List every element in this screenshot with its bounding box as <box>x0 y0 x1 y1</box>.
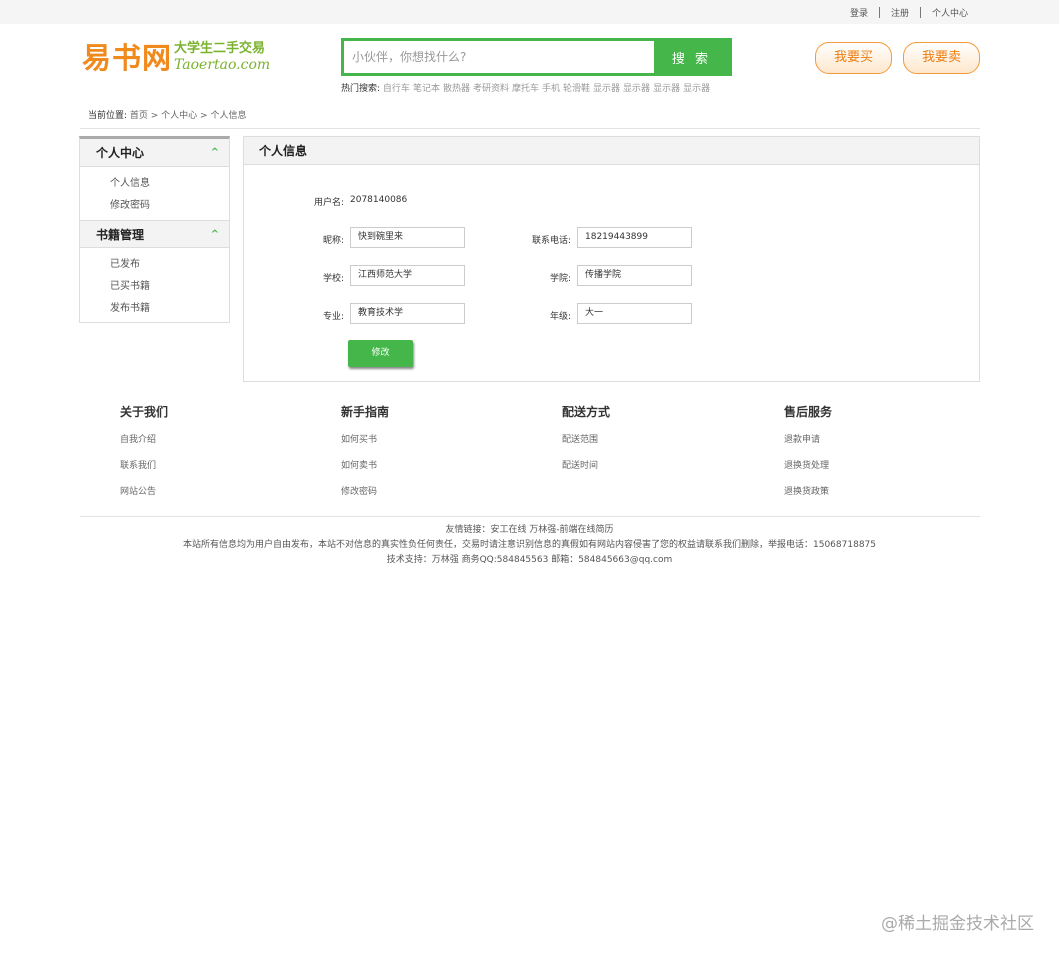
sidebar-list: 个人信息 修改密码 <box>80 167 229 220</box>
breadcrumb-label: 当前位置: <box>88 111 128 121</box>
top-links: 登录 注册 个人中心 <box>850 6 968 19</box>
username-label: 用户名: <box>313 198 344 208</box>
footer-column-service: 售后服务 退款申请 退换货处理 退换货政策 <box>784 403 832 510</box>
save-button[interactable]: 修改 <box>348 340 413 367</box>
hot-keyword[interactable]: 显示器 <box>653 84 680 94</box>
search-button[interactable]: 搜 索 <box>654 41 729 73</box>
divider <box>80 516 980 517</box>
logo-slogan: 大学生二手交易 <box>174 41 266 56</box>
sell-button[interactable]: 我要卖 <box>903 42 980 74</box>
school-field[interactable]: 江西师范大学 <box>350 265 465 286</box>
sidebar-item-publish-book[interactable]: 发布书籍 <box>110 298 229 320</box>
panel-title: 个人信息 <box>244 137 979 165</box>
username-value: 2078140086 <box>350 195 408 205</box>
hot-keyword[interactable]: 自行车 <box>383 84 410 94</box>
phone-label: 联系电话: <box>531 236 571 246</box>
major-label: 专业: <box>322 312 344 322</box>
footer-link[interactable]: 配送范围 <box>562 432 610 458</box>
hot-search-label: 热门搜索: <box>341 84 381 94</box>
sidebar-item-password[interactable]: 修改密码 <box>110 195 229 217</box>
sidebar-item-published[interactable]: 已发布 <box>110 254 229 276</box>
login-link[interactable]: 登录 <box>850 6 868 19</box>
hot-keyword[interactable]: 摩托车 <box>512 84 539 94</box>
footer-column-about: 关于我们 自我介绍 联系我们 网站公告 <box>120 403 168 510</box>
footer-column-guide: 新手指南 如何买书 如何卖书 修改密码 <box>341 403 389 510</box>
hot-keyword[interactable]: 手机 <box>542 84 560 94</box>
site-logo[interactable]: 易书网 大学生二手交易 Taoertao.com <box>82 39 270 77</box>
header: 易书网 大学生二手交易 Taoertao.com 搜 索 热门搜索: 自行车笔记… <box>0 24 1059 96</box>
sidebar-section-personal[interactable]: 个人中心 ^ <box>80 139 229 167</box>
footer-link[interactable]: 联系我们 <box>120 458 168 484</box>
footer-column-title: 关于我们 <box>120 405 169 419</box>
sidebar-section-title: 书籍管理 <box>96 228 145 242</box>
hot-keyword[interactable]: 显示器 <box>683 84 710 94</box>
breadcrumb-path[interactable]: 首页 > 个人中心 > 个人信息 <box>130 111 247 121</box>
footer-column-title: 新手指南 <box>341 405 390 419</box>
hot-keyword[interactable]: 笔记本 <box>413 84 440 94</box>
footer-link[interactable]: 如何买书 <box>341 432 389 458</box>
footer-link[interactable]: 退款申请 <box>784 432 832 458</box>
footer-link[interactable]: 退换货处理 <box>784 458 832 484</box>
buy-button[interactable]: 我要买 <box>815 42 892 74</box>
hot-keyword[interactable]: 显示器 <box>593 84 620 94</box>
college-field[interactable]: 传播学院 <box>577 265 692 286</box>
divider <box>919 7 921 18</box>
account-link[interactable]: 个人中心 <box>932 6 968 19</box>
college-label: 学院: <box>549 274 571 284</box>
footer-column-title: 售后服务 <box>784 405 833 419</box>
nickname-label: 昵称: <box>322 236 344 246</box>
hot-keyword[interactable]: 散热器 <box>443 84 470 94</box>
chevron-up-icon[interactable]: ^ <box>211 139 219 167</box>
top-bar: 登录 注册 个人中心 <box>0 0 1059 24</box>
footer-column-delivery: 配送方式 配送范围 配送时间 <box>562 403 610 484</box>
footer-link[interactable]: 自我介绍 <box>120 432 168 458</box>
footer-link[interactable]: 如何卖书 <box>341 458 389 484</box>
footer-column-title: 配送方式 <box>562 405 611 419</box>
search-input[interactable] <box>344 41 654 73</box>
major-field[interactable]: 教育技术学 <box>350 303 465 324</box>
sidebar-item-profile[interactable]: 个人信息 <box>110 173 229 195</box>
phone-field[interactable]: 18219443899 <box>577 227 692 248</box>
footer-link[interactable]: 退换货政策 <box>784 484 832 510</box>
register-link[interactable]: 注册 <box>891 6 909 19</box>
grade-label: 年级: <box>549 312 571 322</box>
profile-panel: 个人信息 用户名: 2078140086 昵称: 快到碗里来 联系电话: 182… <box>243 136 980 382</box>
divider <box>80 128 980 129</box>
footer-link[interactable]: 网站公告 <box>120 484 168 510</box>
footer-link[interactable]: 配送时间 <box>562 458 610 484</box>
sidebar-list: 已发布 已买书籍 发布书籍 <box>80 248 229 323</box>
disclaimer: 本站所有信息均为用户自由发布，本站不对信息的真实性负任何责任，交易时请注意识别信… <box>183 540 876 550</box>
divider <box>878 7 880 18</box>
school-label: 学校: <box>322 274 344 284</box>
tech-support: 技术支持：万林强 商务QQ:584845563 邮箱：584845663@qq.… <box>386 555 673 565</box>
friend-links[interactable]: 友情链接：安工在线 万林强-前端在线简历 <box>0 522 1059 535</box>
hot-keyword[interactable]: 考研资料 <box>473 84 509 94</box>
footer-link[interactable]: 修改密码 <box>341 484 389 510</box>
sidebar-section-title: 个人中心 <box>96 146 145 160</box>
logo-chinese-name: 易书网 <box>82 41 173 75</box>
breadcrumb: 当前位置: 首页 > 个人中心 > 个人信息 <box>88 108 246 121</box>
hot-keyword[interactable]: 轮滑鞋 <box>563 84 590 94</box>
nickname-field[interactable]: 快到碗里来 <box>350 227 465 248</box>
watermark: @稀土掘金技术社区 <box>881 914 1034 934</box>
sidebar-section-books[interactable]: 书籍管理 ^ <box>80 220 229 248</box>
sidebar: 个人中心 ^ 个人信息 修改密码 书籍管理 ^ 已发布 已买书籍 发布书籍 <box>79 136 230 323</box>
hot-search: 热门搜索: 自行车 笔记本 散热器 考研资料 摩托车 手机 轮滑鞋 显示器 显示器 显示器 显示器 <box>341 81 713 94</box>
grade-field[interactable]: 大一 <box>577 303 692 324</box>
search-bar: 搜 索 <box>341 38 732 76</box>
logo-english-name: Taoertao.com <box>174 57 271 73</box>
hot-keyword[interactable]: 显示器 <box>623 84 650 94</box>
logo-side: 大学生二手交易 Taoertao.com <box>174 41 270 73</box>
chevron-up-icon[interactable]: ^ <box>211 221 219 249</box>
sidebar-item-bought[interactable]: 已买书籍 <box>110 276 229 298</box>
